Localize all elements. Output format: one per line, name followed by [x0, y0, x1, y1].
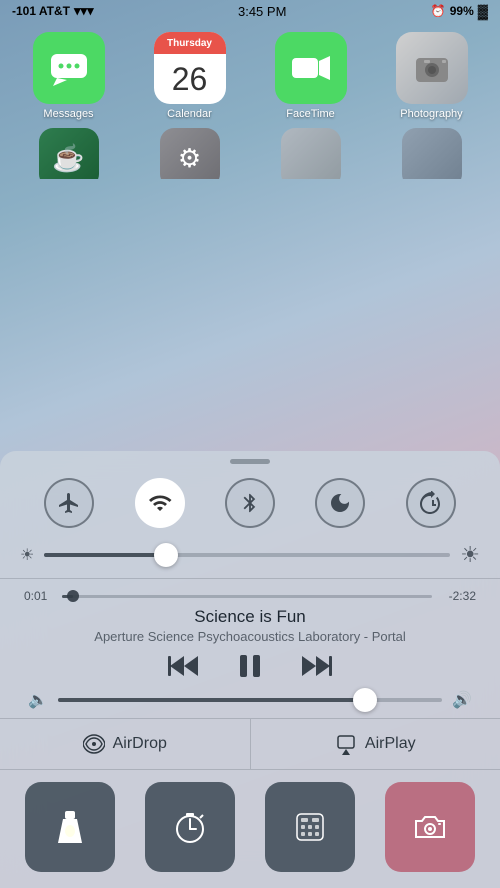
battery-label: 99% [450, 4, 474, 18]
carrier-label: -101 AT&T [12, 4, 70, 18]
status-bar: -101 AT&T ▾▾▾ 3:45 PM ⏰ 99% ▓ [0, 0, 500, 22]
music-artist: Aperture Science Psychoacoustics Laborat… [24, 629, 476, 644]
alarm-icon: ⏰ [431, 4, 446, 18]
camera-button[interactable] [385, 782, 475, 872]
app-item-messages[interactable]: Messages [19, 32, 119, 120]
music-current-time: 0:01 [24, 589, 54, 603]
music-progress-thumb[interactable] [67, 590, 79, 602]
app-item-settings[interactable]: ⚙ [140, 128, 240, 175]
airdrop-button[interactable]: AirDrop [0, 719, 251, 769]
volume-thumb[interactable] [353, 688, 377, 712]
divider-brightness [0, 578, 500, 579]
battery-icon: ▓ [478, 3, 488, 19]
brightness-max-icon: ☀ [460, 542, 480, 568]
music-next-button[interactable] [300, 652, 332, 680]
calendar-icon: Thursday 26 [154, 32, 226, 104]
flashlight-button[interactable] [25, 782, 115, 872]
volume-fill [58, 698, 365, 702]
music-prev-button[interactable] [168, 652, 200, 680]
bluetooth-button[interactable] [225, 478, 275, 528]
do-not-disturb-button[interactable] [315, 478, 365, 528]
app-item-starbucks[interactable]: ☕ [19, 128, 119, 175]
cc-handle [0, 451, 500, 468]
music-progress-row: 0:01 -2:32 [24, 589, 476, 603]
app-grid-row2: ☕ ⚙ [0, 124, 500, 179]
photography-icon [396, 32, 468, 104]
airplay-button[interactable]: AirPlay [251, 719, 500, 769]
volume-min-icon: 🔈 [28, 690, 48, 710]
quick-actions-row [0, 769, 500, 888]
volume-track[interactable] [58, 698, 442, 702]
brightness-min-icon: ☀ [20, 545, 34, 565]
airdrop-label: AirDrop [113, 735, 167, 753]
photography-label: Photography [400, 108, 462, 120]
app-item-unknown1[interactable] [261, 128, 361, 175]
airdrop-airplay-row: AirDrop AirPlay [0, 718, 500, 769]
music-progress-track[interactable] [62, 595, 432, 598]
facetime-label: FaceTime [286, 108, 335, 120]
wifi-icon: ▾▾▾ [74, 3, 94, 19]
brightness-slider-row: ☀ ☀ [0, 538, 500, 572]
calendar-label: Calendar [167, 108, 212, 120]
calculator-button[interactable] [265, 782, 355, 872]
brightness-fill [44, 553, 166, 557]
timer-button[interactable] [145, 782, 235, 872]
wifi-button[interactable] [135, 478, 185, 528]
messages-icon [33, 32, 105, 104]
music-title: Science is Fun [24, 607, 476, 627]
app-item-photography[interactable]: Photography [382, 32, 482, 120]
airplane-mode-button[interactable] [44, 478, 94, 528]
music-player: 0:01 -2:32 Science is Fun Aperture Scien… [0, 585, 500, 718]
brightness-thumb[interactable] [154, 543, 178, 567]
app-item-folder[interactable] [382, 128, 482, 175]
status-time: 3:45 PM [238, 4, 286, 19]
volume-slider-row: 🔈 🔊 [24, 690, 476, 710]
facetime-icon [275, 32, 347, 104]
music-controls [24, 652, 476, 680]
app-item-calendar[interactable]: Thursday 26 Calendar [140, 32, 240, 120]
status-left: -101 AT&T ▾▾▾ [12, 3, 94, 19]
airplay-label: AirPlay [365, 735, 416, 753]
control-center: ☀ ☀ 0:01 -2:32 Science is Fun Aperture S… [0, 451, 500, 888]
messages-label: Messages [43, 108, 93, 120]
volume-max-icon: 🔊 [452, 690, 472, 710]
music-total-time: -2:32 [440, 589, 476, 603]
music-pause-button[interactable] [236, 652, 264, 680]
status-right: ⏰ 99% ▓ [431, 3, 488, 19]
app-grid-row1: Messages Thursday 26 Calendar FaceTime [0, 22, 500, 124]
cc-handle-bar [230, 459, 270, 464]
app-item-facetime[interactable]: FaceTime [261, 32, 361, 120]
brightness-track[interactable] [44, 553, 450, 557]
rotation-lock-button[interactable] [406, 478, 456, 528]
cc-toggles [0, 468, 500, 538]
